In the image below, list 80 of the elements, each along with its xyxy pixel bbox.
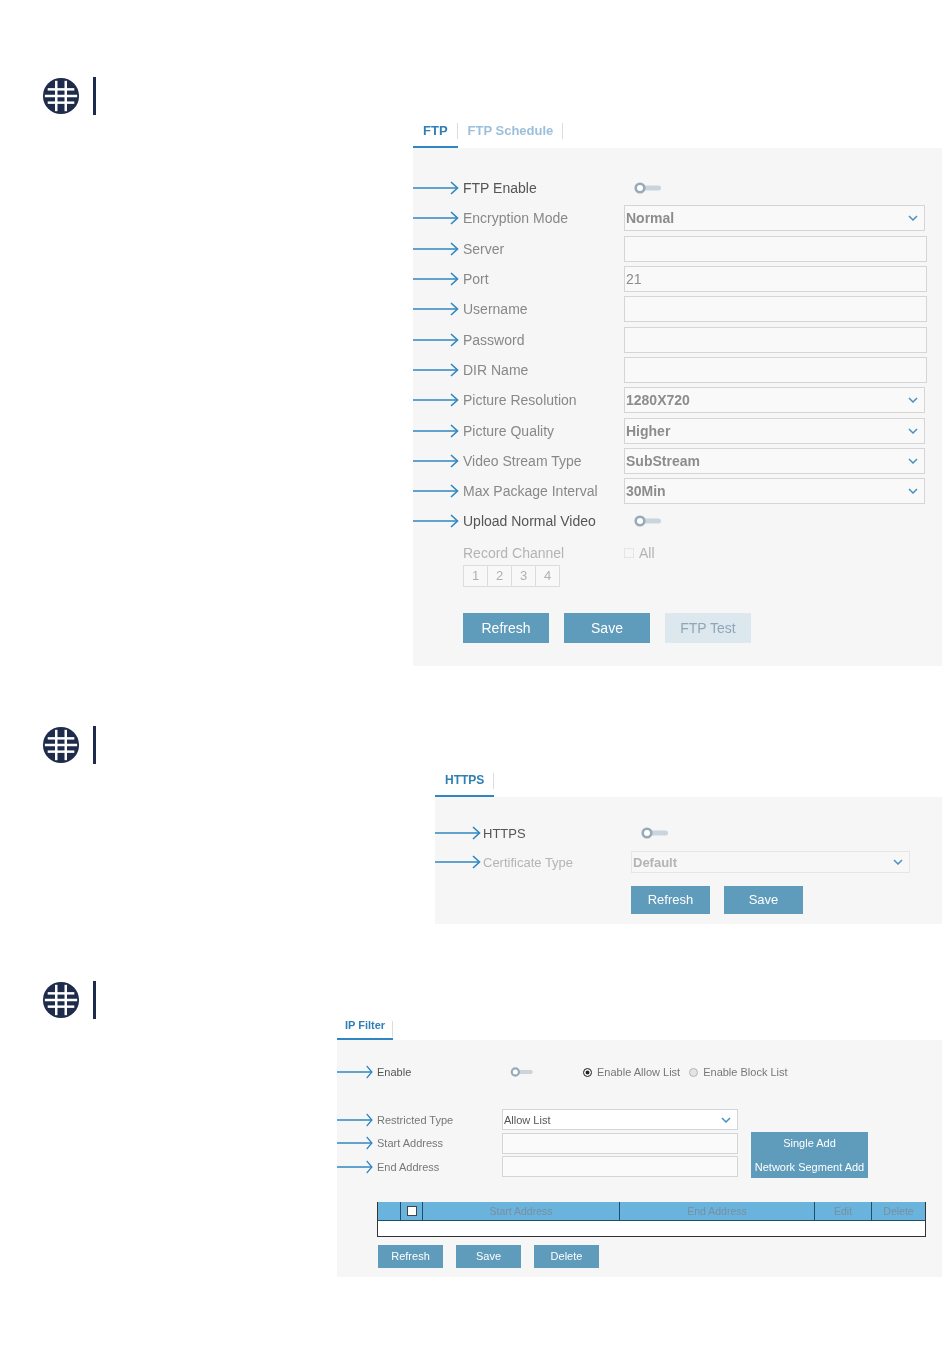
field-label: Record Channel bbox=[463, 544, 566, 561]
column-header: Start Address bbox=[422, 1201, 619, 1220]
chevron-down-icon[interactable] bbox=[908, 427, 918, 434]
arrow bbox=[413, 211, 459, 226]
arrow bbox=[435, 855, 481, 870]
arrow bbox=[337, 1112, 373, 1127]
arrow bbox=[413, 272, 459, 287]
arrow bbox=[413, 241, 459, 256]
field-label: HTTPS bbox=[483, 825, 527, 841]
arrow bbox=[435, 826, 481, 841]
chevron-down-icon[interactable] bbox=[908, 397, 918, 404]
select-field[interactable]: 1280X720 bbox=[624, 387, 925, 414]
field-label: End Address bbox=[377, 1160, 441, 1173]
radio-option[interactable]: Enable Allow List bbox=[583, 1066, 681, 1079]
field-label: DIR Name bbox=[463, 361, 530, 378]
field-label: Encryption Mode bbox=[463, 210, 570, 227]
field-label: Port bbox=[463, 271, 490, 288]
arrow bbox=[413, 332, 459, 347]
action-button[interactable]: Refresh bbox=[378, 1244, 443, 1268]
arrow bbox=[413, 423, 459, 438]
select-field[interactable]: SubStream bbox=[624, 447, 925, 474]
field-label: Video Stream Type bbox=[463, 452, 583, 469]
toggle-switch[interactable] bbox=[641, 827, 669, 840]
input-field[interactable]: 21 bbox=[624, 266, 927, 293]
arrow bbox=[413, 453, 459, 468]
add-button[interactable]: Network Segment Add bbox=[751, 1155, 868, 1179]
column-header: End Address bbox=[619, 1201, 814, 1220]
toggle-switch[interactable] bbox=[510, 1067, 534, 1078]
arrow bbox=[337, 1159, 373, 1174]
column-header: Edit bbox=[814, 1201, 871, 1220]
select-field[interactable]: Allow List bbox=[502, 1109, 738, 1131]
field-label: FTP Enable bbox=[463, 180, 538, 197]
field-label: Username bbox=[463, 301, 529, 318]
arrow bbox=[413, 514, 459, 529]
field-label: Password bbox=[463, 331, 526, 348]
field-label: Upload Normal Video bbox=[463, 513, 597, 530]
select-field[interactable]: 30Min bbox=[624, 478, 925, 505]
select-all-checkbox[interactable] bbox=[406, 1205, 417, 1216]
field-label: Picture Quality bbox=[463, 422, 556, 439]
action-button[interactable]: Save bbox=[564, 612, 650, 643]
input-field[interactable] bbox=[624, 356, 927, 383]
action-button[interactable]: Refresh bbox=[463, 612, 549, 643]
radio-option[interactable]: Enable Block List bbox=[689, 1066, 788, 1079]
toggle-switch[interactable] bbox=[634, 515, 662, 528]
field-label: Restricted Type bbox=[377, 1113, 455, 1126]
chevron-down-icon[interactable] bbox=[908, 215, 918, 222]
action-button[interactable]: Save bbox=[724, 885, 803, 914]
chevron-down-icon[interactable] bbox=[908, 488, 918, 495]
chevron-down-icon[interactable] bbox=[908, 457, 918, 464]
arrow bbox=[413, 181, 459, 196]
toggle-switch[interactable] bbox=[634, 182, 662, 195]
arrow bbox=[337, 1065, 373, 1080]
input-field[interactable] bbox=[624, 296, 927, 323]
arrow bbox=[413, 393, 459, 408]
globe-icon bbox=[42, 725, 80, 764]
input-field[interactable] bbox=[502, 1132, 738, 1154]
input-field[interactable] bbox=[502, 1156, 738, 1178]
action-button[interactable]: Delete bbox=[534, 1244, 599, 1268]
field-label: Start Address bbox=[377, 1137, 445, 1150]
select-field[interactable]: Normal bbox=[624, 205, 925, 232]
column-header: Delete bbox=[871, 1201, 925, 1220]
field-label: Certificate Type bbox=[483, 854, 575, 870]
field-label: Picture Resolution bbox=[463, 392, 578, 409]
action-button[interactable]: Save bbox=[456, 1244, 521, 1268]
field-label: Server bbox=[463, 240, 506, 257]
input-field[interactable] bbox=[624, 235, 927, 262]
arrow bbox=[413, 302, 459, 317]
tab[interactable]: FTP Schedule bbox=[457, 117, 564, 148]
field-label: Enable bbox=[377, 1066, 413, 1079]
arrow bbox=[413, 362, 459, 377]
input-field[interactable] bbox=[624, 326, 927, 353]
globe-icon bbox=[42, 77, 80, 115]
select-field[interactable]: Higher bbox=[624, 417, 925, 444]
arrow bbox=[337, 1136, 373, 1151]
globe-icon bbox=[42, 980, 80, 1019]
field-label: Max Package Interval bbox=[463, 483, 599, 500]
action-button[interactable]: Refresh bbox=[631, 885, 710, 914]
add-button[interactable]: Single Add bbox=[751, 1131, 868, 1155]
arrow bbox=[413, 484, 459, 499]
chevron-down-icon[interactable] bbox=[721, 1116, 731, 1123]
